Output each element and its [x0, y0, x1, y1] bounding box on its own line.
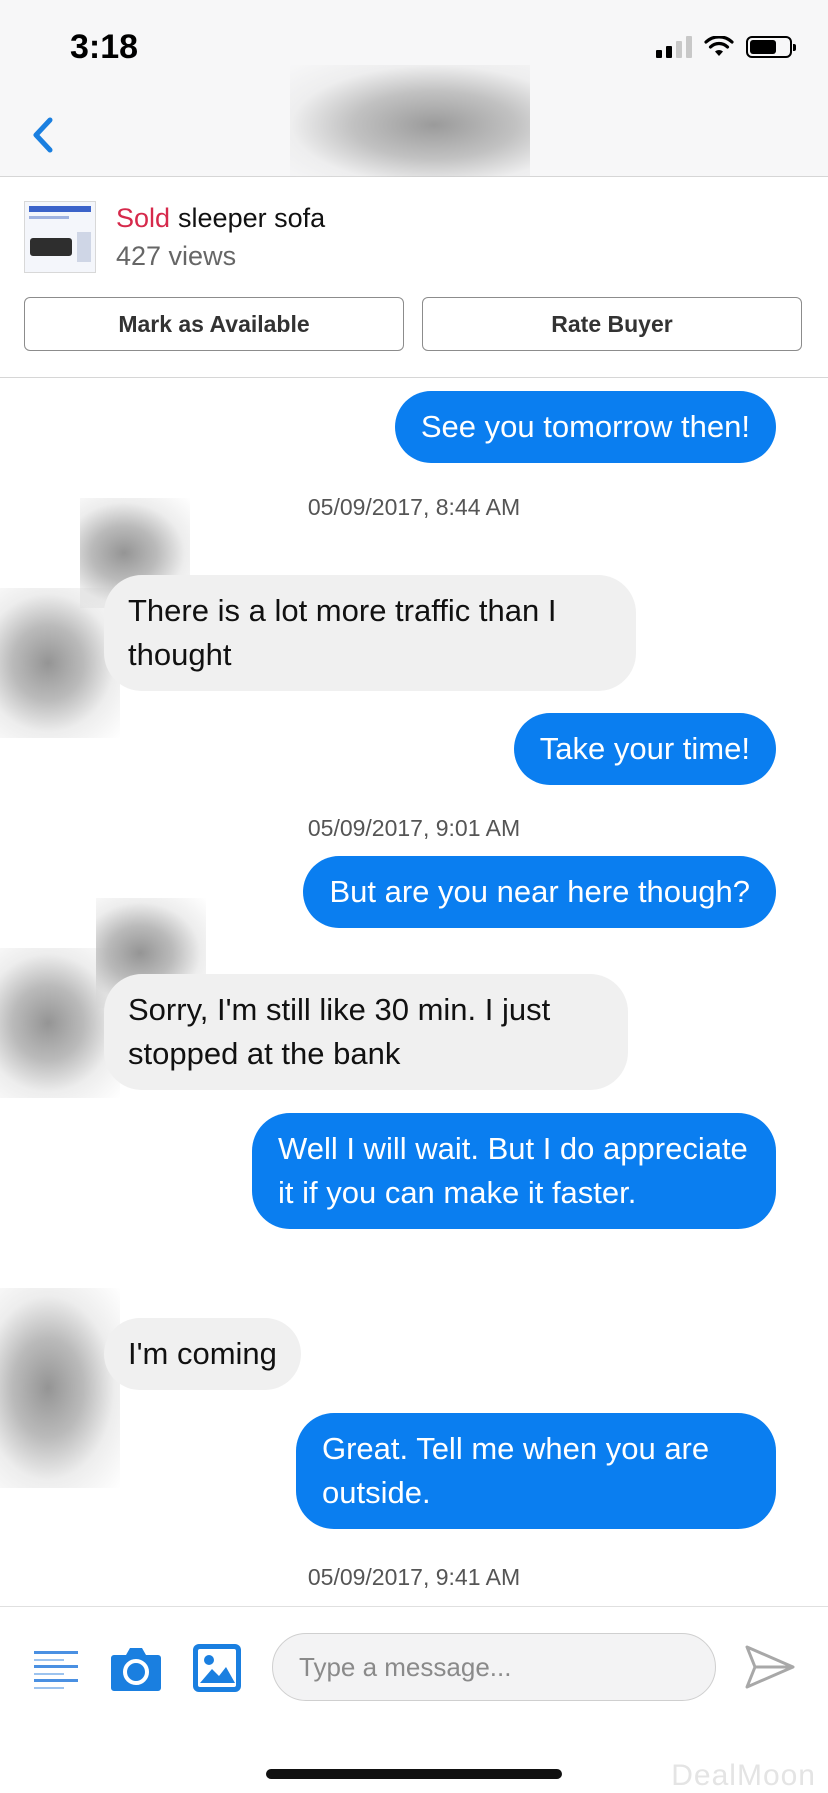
redacted-avatar [0, 1288, 120, 1488]
message-outgoing[interactable]: But are you near here though? [303, 856, 776, 928]
conversation[interactable]: See you tomorrow then! 05/09/2017, 8:44 … [0, 378, 828, 1606]
watermark: DealMoon [671, 1759, 816, 1792]
menu-icon[interactable] [32, 1647, 80, 1693]
redacted-contact-name [290, 65, 530, 185]
message-outgoing[interactable]: See you tomorrow then! [394, 391, 776, 463]
back-button[interactable] [18, 110, 68, 160]
listing-header: Sold sleeper sofa 427 views Mark as Avail… [0, 177, 828, 378]
photo-icon[interactable] [192, 1643, 242, 1693]
wifi-icon [704, 36, 734, 56]
status-icons [656, 36, 796, 58]
message-outgoing[interactable]: Great. Tell me when you are outside. [296, 1413, 776, 1529]
battery-icon [746, 36, 796, 58]
listing-title[interactable]: Sold sleeper sofa [116, 203, 325, 234]
send-icon[interactable] [744, 1643, 796, 1691]
mark-as-available-button[interactable]: Mark as Available [24, 297, 404, 351]
listing-views: 427 views [116, 241, 237, 271]
sold-status-label: Sold [116, 203, 171, 233]
nav-bar [0, 65, 828, 185]
message-outgoing[interactable]: Well I will wait. But I do appreciate it… [252, 1113, 776, 1229]
cellular-signal-icon [656, 36, 692, 58]
message-incoming[interactable]: I'm coming [104, 1318, 301, 1390]
message-timestamp: 05/09/2017, 9:01 AM [307, 815, 521, 841]
status-time: 3:18 [70, 28, 139, 66]
chevron-left-icon [33, 117, 53, 153]
camera-icon[interactable] [110, 1643, 162, 1693]
home-indicator[interactable] [266, 1769, 562, 1779]
listing-name: sleeper sofa [178, 203, 326, 233]
message-composer: DealMoon [0, 1606, 828, 1793]
redacted-avatar [0, 588, 120, 738]
message-outgoing[interactable]: Take your time! [513, 713, 776, 785]
message-incoming[interactable]: There is a lot more traffic than I thoug… [104, 575, 636, 691]
message-input[interactable] [272, 1633, 716, 1701]
rate-buyer-button[interactable]: Rate Buyer [422, 297, 802, 351]
listing-thumbnail[interactable] [24, 201, 96, 273]
message-timestamp: 05/09/2017, 9:41 AM [307, 1564, 521, 1590]
message-incoming[interactable]: Sorry, I'm still like 30 min. I just sto… [104, 974, 628, 1090]
